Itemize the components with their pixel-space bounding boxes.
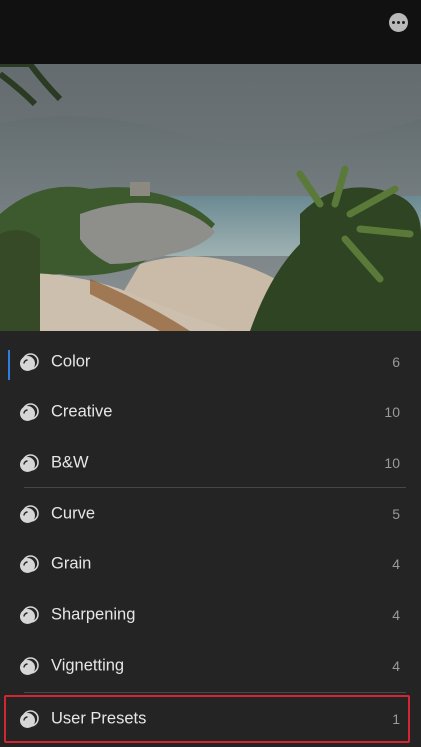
active-indicator xyxy=(8,350,10,380)
preset-label: Grain xyxy=(51,554,92,572)
preset-group-icon xyxy=(20,656,39,675)
preset-label: Vignetting xyxy=(51,656,125,674)
preset-group-icon xyxy=(20,402,39,421)
preset-count: 6 xyxy=(392,353,400,370)
preset-count: 10 xyxy=(384,454,400,471)
preset-group-icon xyxy=(20,605,39,624)
preset-group-icon xyxy=(20,709,39,728)
preset-label: B&W xyxy=(51,453,89,471)
preset-row-creative[interactable]: Creative 10 xyxy=(0,386,421,437)
preset-row-bw[interactable]: B&W 10 xyxy=(0,437,421,488)
preset-group-icon xyxy=(20,352,39,371)
preset-row-curve[interactable]: Curve 5 xyxy=(0,488,421,539)
preset-count: 5 xyxy=(392,505,400,522)
preset-row-sharpening[interactable]: Sharpening 4 xyxy=(0,589,421,640)
photo-preview xyxy=(0,64,421,331)
preset-group-icon xyxy=(20,554,39,573)
more-options-icon[interactable] xyxy=(389,13,408,32)
preset-label: Color xyxy=(51,352,91,370)
preset-count: 1 xyxy=(392,710,400,727)
preset-group-icon xyxy=(20,504,39,523)
preset-group-icon xyxy=(20,453,39,472)
preset-label: Creative xyxy=(51,402,113,420)
preset-label: User Presets xyxy=(51,709,147,727)
preset-count: 4 xyxy=(392,657,400,674)
preset-row-grain[interactable]: Grain 4 xyxy=(0,538,421,589)
preset-count: 10 xyxy=(384,403,400,420)
preset-count: 4 xyxy=(392,555,400,572)
preset-count: 4 xyxy=(392,606,400,623)
preset-row-user-presets[interactable]: User Presets 1 xyxy=(0,693,421,744)
preset-label: Sharpening xyxy=(51,605,136,623)
preset-row-vignetting[interactable]: Vignetting 4 xyxy=(0,640,421,691)
top-bar xyxy=(0,0,421,64)
preset-row-color[interactable]: Color 6 xyxy=(0,336,421,387)
preset-label: Curve xyxy=(51,504,96,522)
